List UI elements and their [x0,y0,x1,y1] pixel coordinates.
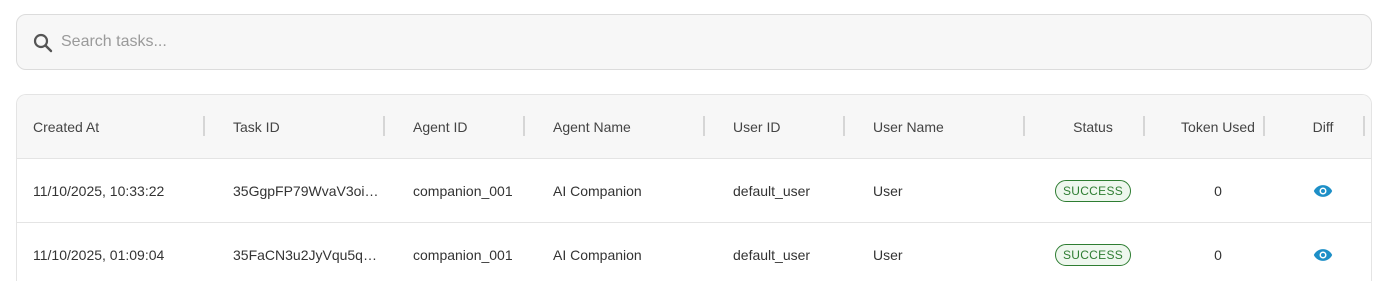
header-user-name[interactable]: User Name [873,95,1023,158]
agent-name-cell: AI Companion [553,247,642,263]
agent-id-cell: companion_001 [413,182,513,199]
agent-id-cell: companion_001 [413,247,513,263]
column-resize-handle[interactable] [1263,116,1265,136]
diff-cell [1281,159,1365,222]
token-used-cell: 0 [1214,247,1222,263]
task-id-text: 35GgpFP79WvaV3oiY... [233,182,383,199]
column-resize-handle[interactable] [203,116,205,136]
search-icon [33,33,53,53]
tasks-table: Created At Task ID Agent ID Agent Name U… [16,94,1372,281]
search-bar[interactable] [16,14,1372,70]
view-diff-button[interactable] [1313,248,1333,262]
column-resize-handle[interactable] [523,116,525,136]
header-created-at[interactable]: Created At [33,95,203,158]
table-row[interactable]: 11/10/2025, 10:33:22 35GgpFP79WvaV3oiY..… [17,159,1371,223]
column-resize-handle[interactable] [383,116,385,136]
token-used-cell: 0 [1214,182,1222,199]
table-header-row: Created At Task ID Agent ID Agent Name U… [17,95,1371,159]
eye-icon[interactable] [1313,248,1333,262]
view-diff-button[interactable] [1313,184,1333,198]
agent-name-cell: AI Companion [553,182,642,199]
column-resize-handle[interactable] [1143,116,1145,136]
user-id-cell: default_user [733,247,811,263]
diff-cell [1281,223,1365,281]
eye-icon[interactable] [1313,184,1333,198]
task-id-text: 35FaCN3u2JyVqu5qZ... [233,247,383,263]
header-diff[interactable]: Diff [1281,95,1365,158]
header-agent-name[interactable]: Agent Name [553,95,703,158]
header-token-used[interactable]: Token Used [1163,95,1273,158]
header-user-id[interactable]: User ID [733,95,843,158]
created-at-cell: 11/10/2025, 10:33:22 [33,182,165,199]
status-badge: SUCCESS [1054,244,1132,266]
header-task-id[interactable]: Task ID [233,95,383,158]
table-row[interactable]: 11/10/2025, 01:09:04 35FaCN3u2JyVqu5qZ..… [17,223,1371,281]
user-name-cell: User [873,182,903,199]
column-resize-handle[interactable] [843,116,845,136]
header-agent-id[interactable]: Agent ID [413,95,523,158]
status-cell: SUCCESS [1023,159,1163,222]
task-id-cell: 35GgpFP79WvaV3oiY... [233,159,383,222]
status-cell: SUCCESS [1023,223,1163,281]
created-at-cell: 11/10/2025, 01:09:04 [33,247,165,263]
header-status[interactable]: Status [1023,95,1163,158]
search-input[interactable] [61,15,1351,69]
task-id-cell: 35FaCN3u2JyVqu5qZ... [233,223,383,281]
user-id-cell: default_user [733,182,811,199]
status-badge: SUCCESS [1054,179,1132,202]
column-resize-handle[interactable] [703,116,705,136]
user-name-cell: User [873,247,903,263]
column-resize-handle[interactable] [1363,116,1365,136]
